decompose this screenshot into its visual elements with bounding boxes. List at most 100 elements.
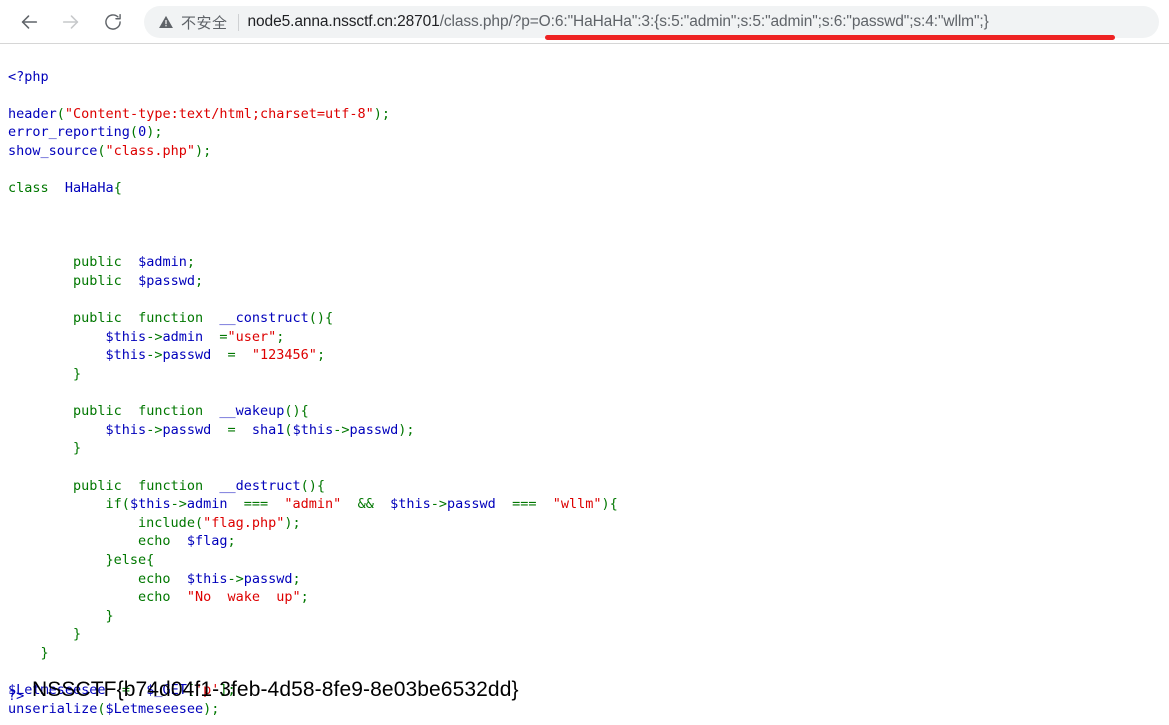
code-punct: ; — [227, 533, 236, 550]
back-button[interactable] — [11, 4, 47, 40]
code-punct: { — [113, 180, 122, 197]
code-punct: } — [73, 366, 82, 382]
code-punct: } — [40, 644, 49, 661]
code-keyword-public: public — [73, 254, 122, 271]
forward-button[interactable] — [53, 4, 89, 40]
code-string-content-type: "Content-type:text/html;charset=utf-8" — [64, 105, 374, 122]
code-punct: ; — [316, 347, 326, 364]
php-source-code: <?php header("Content-type:text/html;cha… — [8, 68, 618, 719]
code-prop-admin: $admin — [138, 254, 187, 271]
security-status-label: 不安全 — [181, 14, 228, 32]
code-keyword-public: public — [73, 310, 122, 327]
code-punct: -> — [146, 328, 163, 345]
code-punct: = — [227, 421, 236, 438]
browser-toolbar: 不安全 node5.anna.nssctf.cn:28701/class.php… — [0, 0, 1169, 44]
code-punct: ; — [276, 328, 285, 345]
code-call-sha1: sha1 — [251, 421, 285, 438]
code-punct: (){ — [300, 477, 326, 494]
url-text[interactable]: node5.anna.nssctf.cn:28701/class.php/?p=… — [248, 13, 989, 31]
code-punct: ( — [97, 142, 106, 159]
code-punct: -> — [430, 496, 448, 513]
code-php-open-tag: <?php — [8, 68, 49, 85]
code-string-no-wake-up: "No wake up" — [186, 589, 301, 606]
code-punct: -> — [146, 421, 163, 438]
code-punct: ; — [186, 254, 195, 271]
reload-button[interactable] — [95, 4, 131, 40]
php-close-tag: ?> — [8, 688, 25, 704]
code-punct: ){ — [601, 496, 618, 513]
code-punct: ( — [56, 105, 65, 122]
code-keyword-class: class — [8, 180, 49, 197]
url-red-underline-annotation — [545, 35, 1115, 40]
code-keyword-echo: echo — [138, 570, 171, 587]
site-security-chip[interactable]: 不安全 — [158, 12, 228, 33]
code-punct: ; — [292, 570, 301, 587]
code-punct: ); — [194, 142, 212, 159]
url-query: ?p=O:6:"HaHaHa":3:{s:5:"admin";s:5:"admi… — [512, 13, 989, 30]
code-punct: } — [73, 626, 82, 643]
code-prop-passwd: $passwd — [138, 273, 195, 290]
omnibox-separator — [237, 13, 239, 31]
code-operator-and: && — [357, 496, 374, 513]
code-punct: ); — [373, 105, 391, 122]
url-path: /class.php/ — [439, 13, 513, 30]
code-keyword-public: public — [73, 477, 122, 494]
code-punct: (){ — [284, 403, 309, 420]
code-punct: ); — [398, 421, 415, 438]
code-punct: -> — [170, 496, 187, 513]
code-keyword-public: public — [73, 273, 122, 290]
code-punct: } — [105, 607, 114, 624]
code-punct: = — [227, 347, 236, 364]
code-keyword-echo: echo — [138, 533, 171, 550]
code-string-wllm: "wllm" — [552, 496, 602, 513]
code-punct: = — [219, 328, 228, 345]
code-var-this: $this — [129, 496, 171, 513]
code-prop-passwd: passwd — [162, 347, 212, 364]
code-method-destruct: __destruct — [219, 477, 301, 494]
code-string-user: "user" — [227, 328, 277, 345]
code-punct: -> — [146, 347, 163, 364]
code-punct: ( — [97, 700, 106, 717]
url-host: node5.anna.nssctf.cn:28701 — [247, 13, 440, 30]
code-keyword-include: include( — [138, 514, 204, 531]
arrow-right-icon — [60, 11, 82, 33]
code-prop-admin: admin — [186, 496, 228, 513]
code-punct: ); — [284, 514, 301, 531]
code-keyword-else: }else{ — [105, 551, 155, 568]
code-punct: ( — [129, 124, 139, 141]
code-keyword-echo: echo — [138, 589, 171, 606]
flag-output: NSSCTF{b74d04f1-3feb-4d58-8fe9-8e03be653… — [32, 678, 519, 701]
code-var-this: $this — [105, 421, 147, 438]
code-punct: -> — [227, 570, 244, 587]
code-keyword-function: function — [138, 310, 204, 327]
code-keyword-public: public — [73, 403, 122, 420]
code-token-header: header — [8, 105, 57, 122]
address-bar[interactable]: 不安全 node5.anna.nssctf.cn:28701/class.php… — [144, 6, 1159, 40]
code-keyword-function: function — [138, 477, 204, 494]
code-var-letmeseesee: $Letmeseesee — [105, 700, 204, 717]
code-string-admin: "admin" — [284, 496, 342, 513]
code-class-name: HaHaHa — [64, 180, 114, 197]
code-token-show-source: show_source — [8, 142, 98, 159]
code-prop-passwd: passwd — [243, 570, 293, 587]
code-operator-identical: === — [512, 496, 537, 513]
warning-triangle-icon — [158, 14, 174, 30]
code-string-123456: "123456" — [251, 347, 317, 364]
code-string-flagphp: "flag.php" — [203, 514, 285, 531]
code-prop-admin: admin — [162, 328, 204, 345]
code-operator-identical: === — [243, 496, 269, 513]
arrow-left-icon — [18, 11, 40, 33]
code-var-this: $this — [105, 328, 147, 345]
code-punct: ); — [146, 124, 163, 141]
code-keyword-if: if( — [105, 496, 130, 513]
code-number-zero: 0 — [138, 124, 147, 141]
code-punct: ( — [284, 421, 293, 438]
code-var-this: $this — [292, 421, 334, 438]
code-prop-passwd: passwd — [349, 421, 399, 438]
code-var-this: $this — [390, 496, 431, 513]
code-punct: (){ — [308, 310, 334, 327]
code-var-this: $this — [186, 570, 228, 587]
code-method-wakeup: __wakeup — [219, 403, 285, 420]
reload-icon — [103, 12, 123, 32]
code-token-error-reporting: error_reporting — [8, 124, 130, 141]
